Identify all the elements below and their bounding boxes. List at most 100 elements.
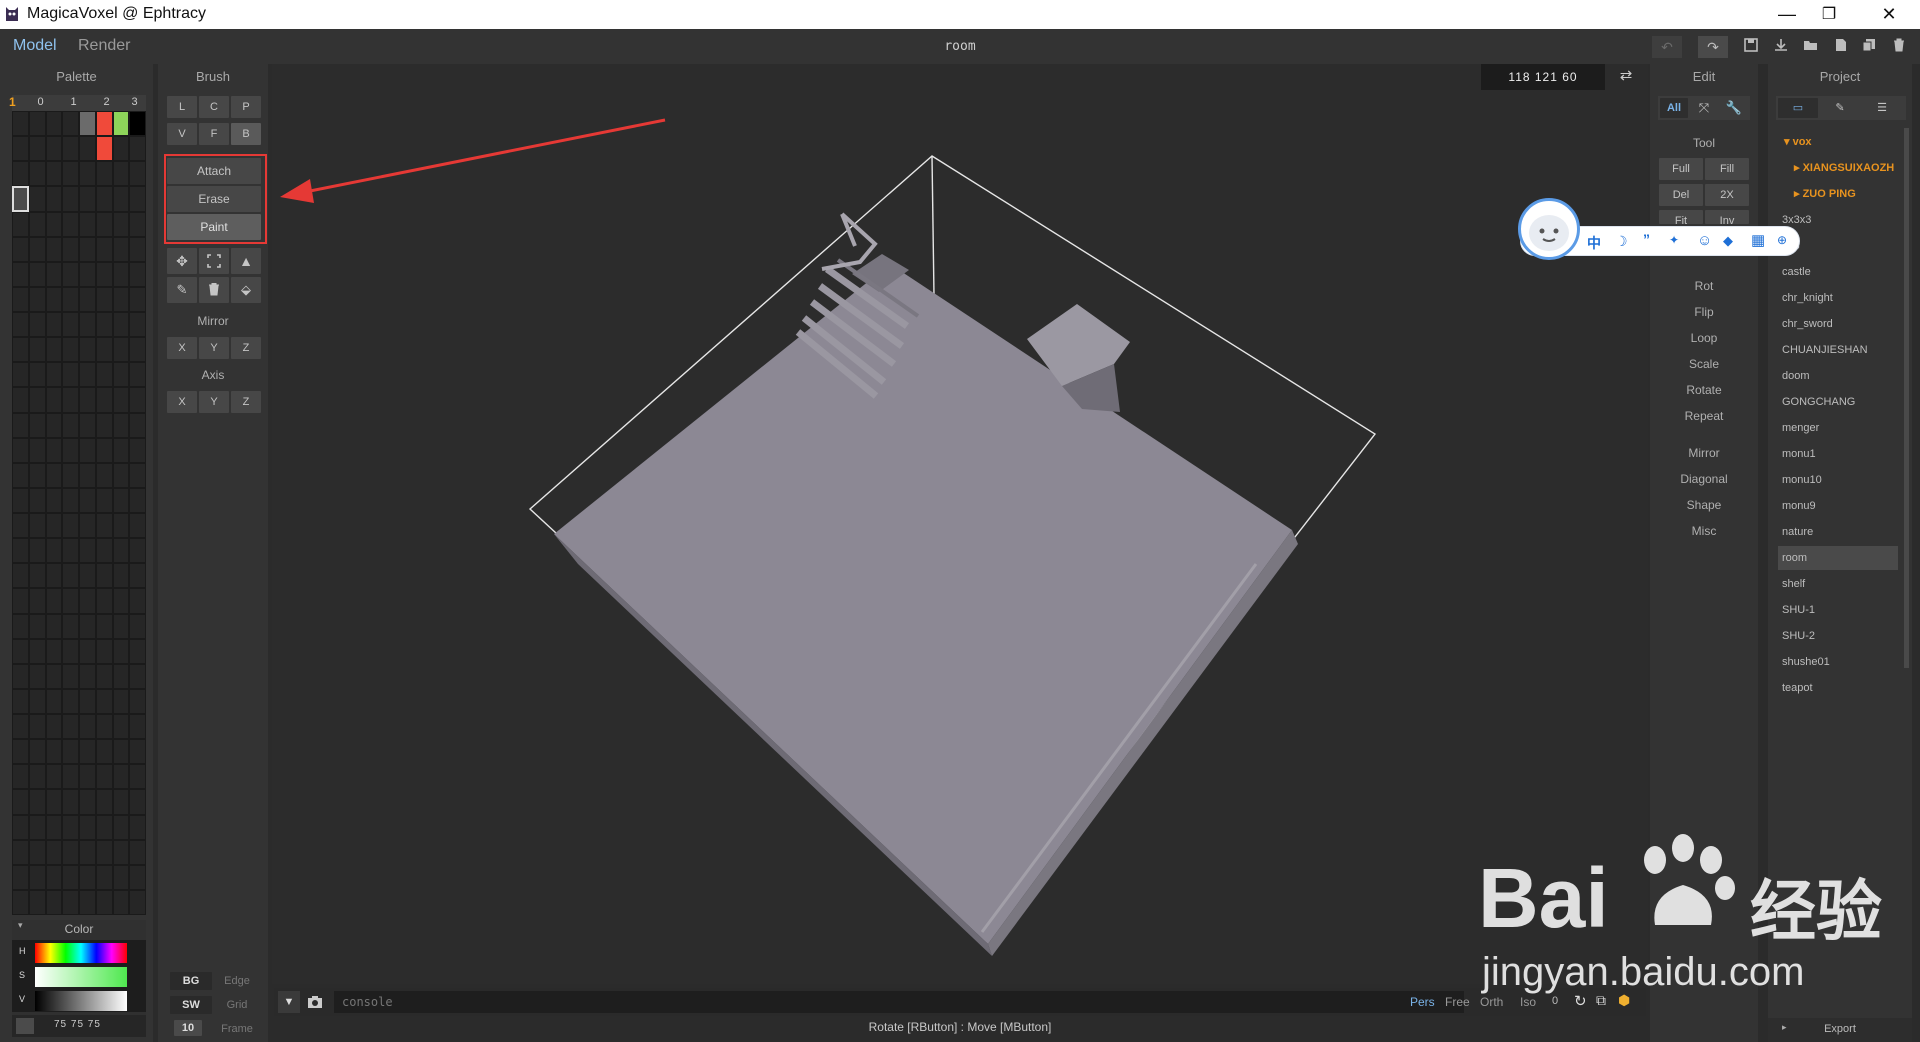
palette-swatch[interactable] — [12, 714, 29, 740]
palette-swatch[interactable] — [95, 538, 113, 564]
palette-swatch[interactable] — [12, 764, 29, 790]
palette-swatch[interactable] — [95, 688, 113, 714]
palette-swatch[interactable] — [79, 764, 96, 790]
palette-swatch[interactable] — [12, 789, 29, 815]
palette-swatch[interactable] — [45, 688, 63, 714]
palette-swatch[interactable] — [45, 839, 63, 865]
palette-swatch[interactable] — [79, 337, 96, 363]
palette-swatch[interactable] — [79, 714, 96, 740]
brush-type-v[interactable]: V — [167, 123, 197, 145]
palette-swatch[interactable] — [62, 513, 79, 539]
palette-swatch[interactable] — [79, 136, 96, 162]
palette-swatch[interactable] — [28, 739, 46, 765]
project-file[interactable]: nature — [1778, 520, 1898, 544]
palette-swatch[interactable] — [112, 864, 130, 890]
delete-icon[interactable] — [1886, 36, 1912, 58]
palette-swatch[interactable] — [28, 437, 46, 463]
palette-page-2[interactable]: 2 — [90, 96, 123, 108]
palette-swatch[interactable] — [79, 638, 96, 664]
palette-swatch[interactable] — [62, 362, 79, 388]
palette-swatch[interactable] — [95, 789, 113, 815]
palette-swatch[interactable] — [79, 613, 96, 639]
palette-swatch[interactable] — [95, 437, 113, 463]
palette-swatch[interactable] — [129, 889, 146, 915]
palette-swatch[interactable] — [79, 236, 96, 262]
palette-swatch[interactable] — [95, 412, 113, 438]
palette-swatch[interactable] — [79, 588, 96, 614]
palette-swatch[interactable] — [79, 538, 96, 564]
palette-swatch[interactable] — [112, 739, 130, 765]
palette-swatch[interactable] — [28, 111, 46, 137]
sw-button[interactable]: SW — [170, 996, 212, 1014]
palette-swatch[interactable] — [12, 186, 29, 212]
copy-file-icon[interactable] — [1856, 36, 1882, 58]
palette-swatch[interactable] — [28, 462, 46, 488]
list-tab-icon[interactable]: ☰ — [1862, 98, 1902, 118]
palette-swatch[interactable] — [12, 161, 29, 187]
palette-swatch[interactable] — [62, 663, 79, 689]
folder-xiangsuixaozh[interactable]: ▸ XIANGSUIXAOZH — [1784, 156, 1904, 180]
tool-fill[interactable]: Fill — [1705, 158, 1749, 180]
palette-swatch[interactable] — [28, 714, 46, 740]
project-file[interactable]: monu9 — [1778, 494, 1898, 518]
palette-swatch[interactable] — [129, 412, 146, 438]
axis-z[interactable]: Z — [231, 391, 261, 413]
edit-all-tab[interactable]: All — [1660, 98, 1688, 118]
edit-loop[interactable]: Loop — [1650, 331, 1758, 345]
palette-swatch[interactable] — [95, 462, 113, 488]
palette-swatch[interactable] — [95, 739, 113, 765]
palette-swatch[interactable] — [12, 111, 29, 137]
palette-swatch[interactable] — [95, 337, 113, 363]
redo-icon[interactable]: ↷ — [1698, 36, 1728, 58]
palette-swatch[interactable] — [112, 412, 130, 438]
hue-slider[interactable] — [35, 943, 127, 963]
palette-swatch[interactable] — [45, 714, 63, 740]
ime-quote-icon[interactable]: ” — [1643, 231, 1650, 247]
palette-swatch[interactable] — [12, 286, 29, 312]
palette-swatch[interactable] — [62, 312, 79, 338]
palette-swatch[interactable] — [62, 211, 79, 237]
palette-swatch[interactable] — [79, 161, 96, 187]
palette-swatch[interactable] — [95, 714, 113, 740]
palette-swatch[interactable] — [45, 337, 63, 363]
tool-full[interactable]: Full — [1659, 158, 1703, 180]
edge-button[interactable]: Edge — [216, 972, 258, 990]
palette-swatch[interactable] — [79, 814, 96, 840]
tool-del[interactable]: Del — [1659, 184, 1703, 206]
palette-swatch[interactable] — [45, 789, 63, 815]
project-file[interactable]: monu10 — [1778, 468, 1898, 492]
palette-swatch[interactable] — [45, 161, 63, 187]
project-file[interactable]: shushe01 — [1778, 650, 1898, 674]
palette-page-0[interactable]: 0 — [24, 96, 57, 108]
palette-swatch[interactable] — [45, 764, 63, 790]
undo-icon[interactable]: ↶ — [1652, 36, 1682, 58]
free-button[interactable]: Free — [1445, 995, 1470, 1009]
palette-swatch[interactable] — [129, 739, 146, 765]
palette-swatch[interactable] — [95, 487, 113, 513]
palette-swatch[interactable] — [95, 186, 113, 212]
palette-swatch[interactable] — [112, 437, 130, 463]
tool-fit[interactable]: Fit — [1659, 210, 1703, 224]
palette-swatch[interactable] — [45, 437, 63, 463]
palette-swatch[interactable] — [12, 864, 29, 890]
ime-wrench-icon[interactable]: ✦ — [1669, 233, 1679, 247]
palette-swatch[interactable] — [12, 211, 29, 237]
palette-swatch[interactable] — [79, 437, 96, 463]
edit-shape[interactable]: Shape — [1650, 498, 1758, 512]
console-input[interactable] — [334, 991, 1464, 1013]
palette-swatch[interactable] — [112, 789, 130, 815]
palette-swatch[interactable] — [45, 111, 63, 137]
value-slider[interactable] — [35, 991, 127, 1011]
tool-2x[interactable]: 2X — [1705, 184, 1749, 206]
palette-swatch[interactable] — [28, 663, 46, 689]
edit-repeat[interactable]: Repeat — [1650, 409, 1758, 423]
palette-swatch[interactable] — [95, 236, 113, 262]
palette-swatch[interactable] — [62, 286, 79, 312]
palette-swatch[interactable] — [62, 588, 79, 614]
palette-swatch[interactable] — [45, 186, 63, 212]
palette-swatch[interactable] — [112, 814, 130, 840]
palette-swatch[interactable] — [129, 588, 146, 614]
folder-zuo-ping[interactable]: ▸ ZUO PING — [1784, 182, 1904, 206]
palette-swatch[interactable] — [79, 111, 96, 137]
palette-swatch[interactable] — [95, 663, 113, 689]
